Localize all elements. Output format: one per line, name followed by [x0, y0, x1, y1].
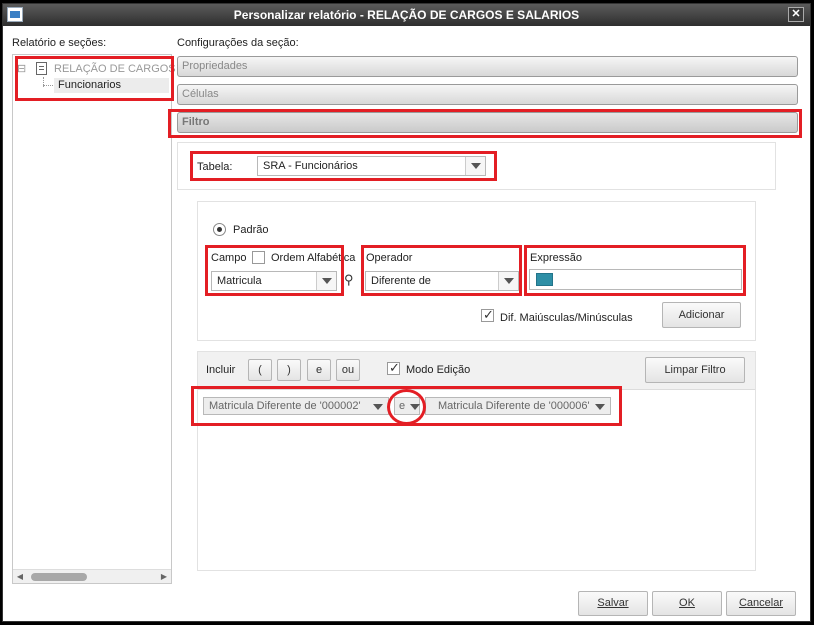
scrollbar-thumb[interactable]: [31, 573, 87, 581]
open-paren-button[interactable]: (: [248, 359, 272, 381]
expressao-label: Expressão: [530, 252, 582, 264]
tree-connector: [43, 85, 53, 86]
chevron-down-icon[interactable]: [465, 157, 485, 175]
operador-select-value: Diferente de: [371, 275, 431, 287]
tree-expander[interactable]: ⊟: [17, 62, 26, 77]
campo-select[interactable]: Matricula: [211, 271, 337, 291]
config-label: Configurações da seção:: [177, 37, 299, 49]
section-propriedades[interactable]: Propriedades: [177, 56, 798, 77]
expression-item-1-text: Matricula Diferente de '000002': [209, 400, 361, 412]
limpar-filtro-button[interactable]: Limpar Filtro: [645, 357, 745, 383]
title-bar: Personalizar relatório - RELAÇÃO DE CARG…: [3, 4, 810, 26]
tree-label: Relatório e seções:: [12, 37, 107, 49]
close-button[interactable]: ✕: [788, 7, 804, 22]
table-select[interactable]: SRA - Funcionários: [257, 156, 486, 176]
tree-item-funcionarios[interactable]: Funcionarios: [54, 78, 169, 93]
expressao-color-swatch: [536, 273, 553, 286]
connector-select[interactable]: e: [394, 397, 420, 415]
or-button[interactable]: ou: [336, 359, 360, 381]
ordem-alfabetica-label: Ordem Alfabética: [271, 252, 356, 264]
window-title: Personalizar relatório - RELAÇÃO DE CARG…: [233, 8, 580, 22]
section-celulas[interactable]: Células: [177, 84, 798, 105]
scroll-right-icon[interactable]: ▶: [159, 572, 169, 582]
chevron-down-icon[interactable]: [405, 398, 420, 414]
section-filtro[interactable]: Filtro: [177, 112, 798, 133]
expression-item-2[interactable]: Matricula Diferente de '000006': [425, 397, 611, 415]
ordem-alfabetica-checkbox[interactable]: [252, 251, 265, 264]
padrao-label: Padrão: [233, 224, 269, 236]
expression-item-2-text: Matricula Diferente de '000006': [438, 400, 590, 412]
close-paren-button[interactable]: ): [277, 359, 301, 381]
save-button-label: Salvar: [597, 597, 629, 609]
campo-label: Campo: [211, 252, 247, 264]
horizontal-scrollbar[interactable]: ◀ ▶: [13, 569, 171, 583]
table-select-value: SRA - Funcionários: [263, 160, 358, 172]
chevron-down-icon[interactable]: [368, 398, 388, 414]
document-icon: [36, 62, 47, 75]
chevron-down-icon[interactable]: [590, 398, 610, 414]
case-sensitive-label: Dif. Maiúsculas/Minúsculas: [500, 312, 633, 324]
campo-select-value: Matricula: [217, 275, 262, 287]
search-icon[interactable]: ⚲: [344, 272, 354, 288]
chevron-down-icon[interactable]: [498, 272, 518, 290]
operador-select[interactable]: Diferente de: [365, 271, 519, 291]
section-tree: ⊟ RELAÇÃO DE CARGOS Funcionarios ◀ ▶: [12, 54, 176, 584]
ok-button-label: OK: [679, 597, 695, 609]
window-icon: [7, 7, 23, 22]
and-button[interactable]: e: [307, 359, 331, 381]
case-sensitive-checkbox[interactable]: [481, 307, 494, 323]
ok-button[interactable]: OK: [652, 591, 722, 616]
expressao-input[interactable]: [529, 269, 742, 290]
save-button[interactable]: Salvar: [578, 591, 648, 616]
scroll-left-icon[interactable]: ◀: [15, 572, 25, 582]
padrao-radio[interactable]: [213, 223, 226, 236]
operador-label: Operador: [366, 252, 413, 264]
cancel-button[interactable]: Cancelar: [726, 591, 796, 616]
modo-edicao-checkbox[interactable]: [387, 360, 400, 376]
expression-item-1[interactable]: Matricula Diferente de '000002': [203, 397, 389, 415]
chevron-down-icon[interactable]: [316, 272, 336, 290]
cancel-button-label: Cancelar: [738, 597, 784, 609]
table-label: Tabela:: [197, 161, 233, 173]
add-button[interactable]: Adicionar: [662, 302, 741, 328]
incluir-label: Incluir: [206, 364, 236, 376]
modo-edicao-label: Modo Edição: [406, 364, 471, 376]
tree-item-report[interactable]: RELAÇÃO DE CARGOS: [54, 62, 176, 77]
dialog-window: Personalizar relatório - RELAÇÃO DE CARG…: [2, 3, 811, 622]
